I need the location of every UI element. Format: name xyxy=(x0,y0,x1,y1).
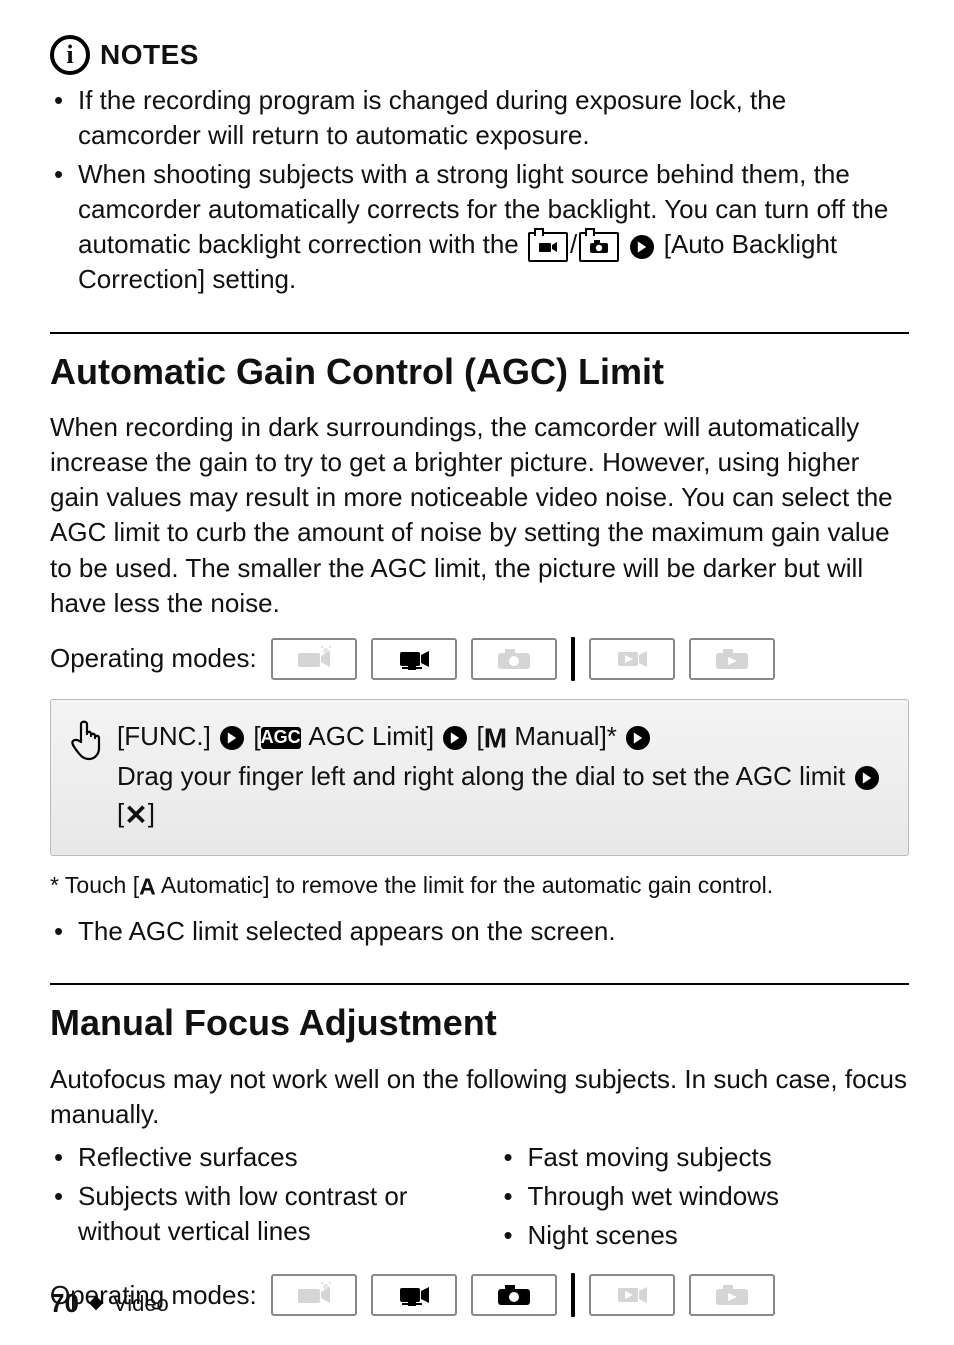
modes-label: Operating modes: xyxy=(50,641,257,676)
agc-footnote: * Touch [A Automatic] to remove the limi… xyxy=(50,870,909,902)
manual-m-icon: M xyxy=(484,722,507,753)
agc-after-list: The AGC limit selected appears on the sc… xyxy=(50,914,909,949)
list-item: Fast moving subjects xyxy=(500,1140,910,1175)
mode-video-record-icon xyxy=(371,1274,457,1316)
touch-icon xyxy=(67,718,103,835)
close-bracket: ] xyxy=(148,798,155,828)
mfocus-left-list: Reflective surfaces Subjects with low co… xyxy=(50,1140,460,1257)
agc-instruction-text: [FUNC.] [AGC AGC Limit] [M Manual]* Drag… xyxy=(117,718,892,835)
mode-auto-icon xyxy=(271,638,357,680)
page-number: 70 xyxy=(50,1286,79,1321)
drag-instruction: Drag your finger left and right along th… xyxy=(117,761,845,791)
diamond-icon xyxy=(89,1296,103,1310)
automatic-a-icon: A xyxy=(139,873,156,899)
footnote-post: Automatic] to remove the limit for the a… xyxy=(156,872,773,898)
notes-list: If the recording program is changed duri… xyxy=(50,83,909,298)
menu-arrow-icon xyxy=(630,235,654,259)
mode-photo-play-icon xyxy=(689,638,775,680)
mode-separator xyxy=(571,1273,575,1317)
list-item: Night scenes xyxy=(500,1218,910,1253)
agc-after-item: The AGC limit selected appears on the sc… xyxy=(50,914,909,949)
menu-arrow-icon xyxy=(443,726,467,750)
list-item: Through wet windows xyxy=(500,1179,910,1214)
mfocus-section-title: Manual Focus Adjustment xyxy=(50,999,909,1048)
notes-label: NOTES xyxy=(100,36,199,74)
page-footer: 70 Video xyxy=(50,1286,169,1321)
agc-badge-icon: AGC xyxy=(261,727,301,749)
agc-section-title: Automatic Gain Control (AGC) Limit xyxy=(50,348,909,397)
func-label: [FUNC.] xyxy=(117,721,211,751)
mode-photo-icon xyxy=(471,1274,557,1316)
mode-video-record-icon xyxy=(371,638,457,680)
section-divider xyxy=(50,983,909,985)
agc-instruction-box: [FUNC.] [AGC AGC Limit] [M Manual]* Drag… xyxy=(50,699,909,856)
footnote-pre: * Touch [ xyxy=(50,872,139,898)
mode-photo-play-icon xyxy=(689,1274,775,1316)
mode-photo-icon xyxy=(471,638,557,680)
notes-header: i NOTES xyxy=(50,35,909,75)
menu-arrow-icon xyxy=(220,726,244,750)
list-item: Subjects with low contrast or without ve… xyxy=(50,1179,460,1249)
mfocus-modes-row: Operating modes: xyxy=(50,1273,909,1317)
info-icon: i xyxy=(50,35,90,75)
mfocus-columns: Reflective surfaces Subjects with low co… xyxy=(50,1140,909,1257)
mode-separator xyxy=(571,637,575,681)
agc-modes-row: Operating modes: xyxy=(50,637,909,681)
photo-settings-frame-icon xyxy=(579,232,619,262)
mfocus-right-list: Fast moving subjects Through wet windows… xyxy=(500,1140,910,1257)
agc-body: When recording in dark surroundings, the… xyxy=(50,410,909,621)
video-settings-frame-icon xyxy=(528,232,568,262)
mode-auto-icon xyxy=(271,1274,357,1316)
notes-item: When shooting subjects with a strong lig… xyxy=(50,157,909,297)
menu-arrow-icon xyxy=(855,766,879,790)
manual-label: Manual]* xyxy=(514,721,617,751)
agc-limit-label: AGC Limit] xyxy=(308,721,434,751)
mode-video-play-icon xyxy=(589,638,675,680)
list-item: Reflective surfaces xyxy=(50,1140,460,1175)
close-x-icon: ✕ xyxy=(124,799,147,830)
mode-video-play-icon xyxy=(589,1274,675,1316)
notes-item: If the recording program is changed duri… xyxy=(50,83,909,153)
footer-section: Video xyxy=(113,1289,169,1319)
menu-arrow-icon xyxy=(626,726,650,750)
section-divider xyxy=(50,332,909,334)
mfocus-body: Autofocus may not work well on the follo… xyxy=(50,1062,909,1132)
